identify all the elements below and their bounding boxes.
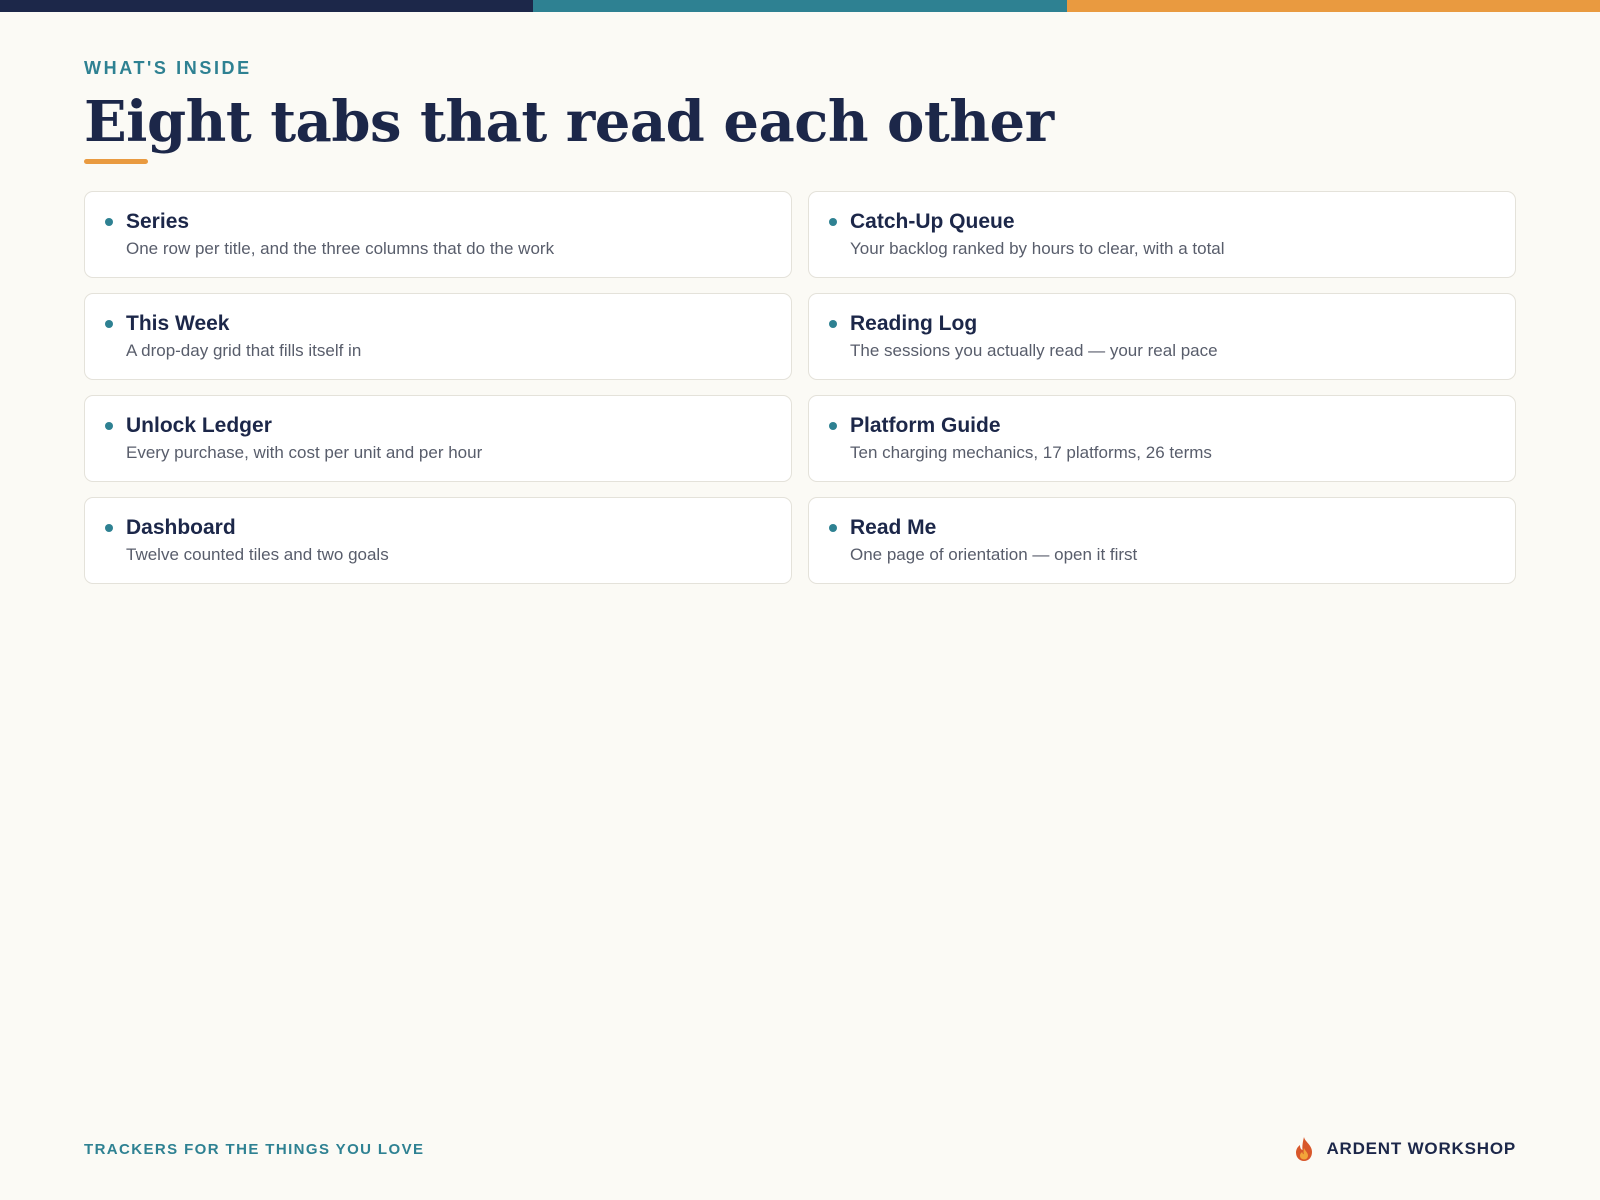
tab-card-description: One page of orientation — open it first — [850, 545, 1138, 564]
top-color-bar — [0, 0, 1600, 12]
tab-card-title: Reading Log — [850, 312, 978, 335]
brand-name: ARDENT WORKSHOP — [1326, 1139, 1516, 1158]
tab-card-platform-guide: Platform Guide Ten charging mechanics, 1… — [808, 395, 1516, 482]
page-title: Eight tabs that read each other — [84, 89, 1054, 155]
tab-card-description: A drop-day grid that fills itself in — [126, 341, 362, 360]
tab-card-this-week: This Week A drop-day grid that fills its… — [84, 293, 792, 380]
tab-card-title: Catch-Up Queue — [850, 210, 1015, 233]
tab-card-title: This Week — [126, 312, 230, 335]
tab-card-unlock-ledger: Unlock Ledger Every purchase, with cost … — [84, 395, 792, 482]
bullet-dot-icon — [105, 218, 113, 226]
tab-card-description: Ten charging mechanics, 17 platforms, 26… — [850, 443, 1212, 462]
tab-card-reading-log: Reading Log The sessions you actually re… — [808, 293, 1516, 380]
tab-card-description: Your backlog ranked by hours to clear, w… — [850, 239, 1225, 258]
top-bar-orange-segment — [1066, 0, 1600, 12]
bullet-dot-icon — [829, 320, 837, 328]
bullet-dot-icon — [105, 524, 113, 532]
brand-mark: ARDENT WORKSHOP — [1292, 1136, 1516, 1162]
tab-card-title: Read Me — [850, 516, 937, 539]
section-eyebrow: WHAT'S INSIDE — [84, 58, 252, 78]
tab-card-title: Series — [126, 210, 190, 233]
flame-icon — [1296, 1137, 1313, 1161]
tab-card-title: Unlock Ledger — [126, 414, 272, 437]
tab-card-description: Twelve counted tiles and two goals — [126, 545, 389, 564]
tab-card-description: One row per title, and the three columns… — [126, 239, 555, 258]
tab-card-title: Dashboard — [126, 516, 236, 539]
tab-card-series: Series One row per title, and the three … — [84, 191, 792, 278]
top-bar-navy-segment — [0, 0, 534, 12]
tab-card-description: The sessions you actually read — your re… — [850, 341, 1218, 360]
bullet-dot-icon — [829, 218, 837, 226]
bullet-dot-icon — [105, 422, 113, 430]
tab-card-title: Platform Guide — [850, 414, 1001, 437]
tab-card-catch-up-queue: Catch-Up Queue Your backlog ranked by ho… — [808, 191, 1516, 278]
tabs-grid: Series One row per title, and the three … — [84, 191, 1516, 584]
title-underline — [84, 159, 148, 164]
bullet-dot-icon — [105, 320, 113, 328]
tab-card-dashboard: Dashboard Twelve counted tiles and two g… — [84, 497, 792, 584]
top-bar-teal-segment — [533, 0, 1067, 12]
tab-card-description: Every purchase, with cost per unit and p… — [126, 443, 483, 462]
footer-tagline: TRACKERS FOR THE THINGS YOU LOVE — [84, 1141, 425, 1158]
bullet-dot-icon — [829, 422, 837, 430]
bullet-dot-icon — [829, 524, 837, 532]
tab-card-read-me: Read Me One page of orientation — open i… — [808, 497, 1516, 584]
